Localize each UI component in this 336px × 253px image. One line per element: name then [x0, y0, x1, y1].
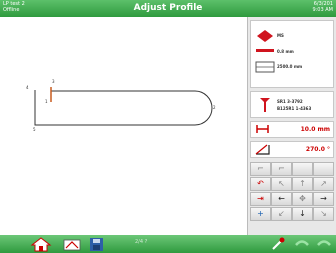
- key-center[interactable]: ✥: [292, 192, 313, 206]
- redo-button[interactable]: [314, 236, 334, 252]
- arrow-down-icon: ↓: [299, 209, 306, 218]
- profile-canvas[interactable]: 1 2 3 4 5: [0, 17, 247, 235]
- edit-tool-icon: ⌐: [278, 164, 285, 173]
- key-down-left[interactable]: ↙: [271, 207, 292, 221]
- node-label-3: 3: [52, 79, 55, 84]
- key-blank-1[interactable]: [292, 162, 313, 176]
- key-left[interactable]: ←: [271, 192, 292, 206]
- bend-angle-icon: [255, 144, 270, 155]
- material-diamond-icon: [257, 30, 273, 42]
- segment-length-icon: [256, 125, 269, 133]
- bottom-toolbar: 2/4 ?: [0, 235, 336, 253]
- key-add-segment[interactable]: +: [250, 207, 271, 221]
- key-up-left[interactable]: ↖: [271, 177, 292, 191]
- save-button[interactable]: [88, 236, 106, 252]
- add-segment-icon: +: [257, 209, 264, 218]
- bend-angle-row[interactable]: 270.0 °: [250, 141, 334, 158]
- move-icon: ✥: [299, 194, 306, 203]
- key-tool-2[interactable]: ⌐: [271, 162, 292, 176]
- edit-profile-icon: [63, 239, 81, 251]
- arrow-left-icon: ←: [278, 194, 285, 203]
- key-flip[interactable]: ⇥: [250, 192, 271, 206]
- redo-icon: [317, 240, 331, 246]
- bend-angle-value: 270.0 °: [305, 146, 330, 153]
- home-button[interactable]: [30, 236, 52, 252]
- app-window: LP test 2 Offline Adjust Profile 6/3/201…: [0, 0, 336, 253]
- tool-top: SR1 3-3792: [277, 99, 303, 104]
- edit-profile-button[interactable]: [62, 236, 84, 252]
- key-rotate[interactable]: ↶: [250, 177, 271, 191]
- tool-button[interactable]: [268, 236, 288, 252]
- arrow-up-icon: ↑: [299, 179, 306, 188]
- flip-icon: ⇥: [257, 194, 264, 203]
- undo-button[interactable]: [292, 236, 312, 252]
- profile-path[interactable]: [34, 87, 213, 126]
- title-bar: LP test 2 Offline Adjust Profile 6/3/201…: [0, 0, 336, 17]
- node-label-4: 4: [26, 85, 29, 90]
- wrench-icon: [272, 237, 285, 250]
- thickness-icon: [256, 49, 274, 52]
- key-down-right[interactable]: ↘: [313, 207, 334, 221]
- material-name: MS: [277, 33, 284, 38]
- arrow-down-left-icon: ↙: [278, 209, 285, 218]
- key-right[interactable]: →: [313, 192, 334, 206]
- key-up-right[interactable]: ↗: [313, 177, 334, 191]
- node-label-5: 5: [33, 127, 36, 132]
- profile-drawing: 1 2 3 4 5: [26, 79, 216, 132]
- thickness-value: 0.8 mm: [277, 49, 294, 54]
- key-blank-2[interactable]: [313, 162, 334, 176]
- arrow-up-right-icon: ↗: [320, 179, 327, 188]
- material-info[interactable]: MS 0.8 mm 2500.0 mm: [250, 20, 334, 88]
- segment-length-value: 10.0 mm: [300, 126, 330, 133]
- time-text: 9:03 AM: [312, 7, 333, 13]
- length-value: 2500.0 mm: [277, 64, 303, 69]
- datetime: 6/3/201 9:03 AM: [312, 1, 333, 13]
- key-up[interactable]: ↑: [292, 177, 313, 191]
- arrow-up-left-icon: ↖: [278, 179, 285, 188]
- material-icons: [255, 30, 275, 73]
- tool-icon: [260, 98, 270, 112]
- arrow-down-right-icon: ↘: [320, 209, 327, 218]
- page-title: Adjust Profile: [133, 3, 203, 13]
- arrow-right-icon: →: [320, 194, 327, 203]
- tooling-info[interactable]: SR1 3-3792 B125R1 1-4363: [250, 91, 334, 118]
- home-icon: [30, 237, 52, 252]
- segment-length-row[interactable]: 10.0 mm: [250, 121, 334, 138]
- key-tool-1[interactable]: ⌐: [250, 162, 271, 176]
- node-label-2: 2: [213, 105, 216, 110]
- save-icon: [90, 238, 103, 251]
- properties-panel: MS 0.8 mm 2500.0 mm SR1 3-3792 B125R1 1-…: [247, 17, 336, 235]
- key-down[interactable]: ↓: [292, 207, 313, 221]
- page-indicator: 2/4 ?: [135, 239, 148, 245]
- node-label-1: 1: [45, 99, 48, 104]
- rotate-icon: ↶: [257, 179, 264, 188]
- bend-tool-icon: ⌐: [257, 164, 264, 173]
- tool-bottom: B125R1 1-4363: [277, 106, 312, 111]
- undo-icon: [295, 240, 309, 246]
